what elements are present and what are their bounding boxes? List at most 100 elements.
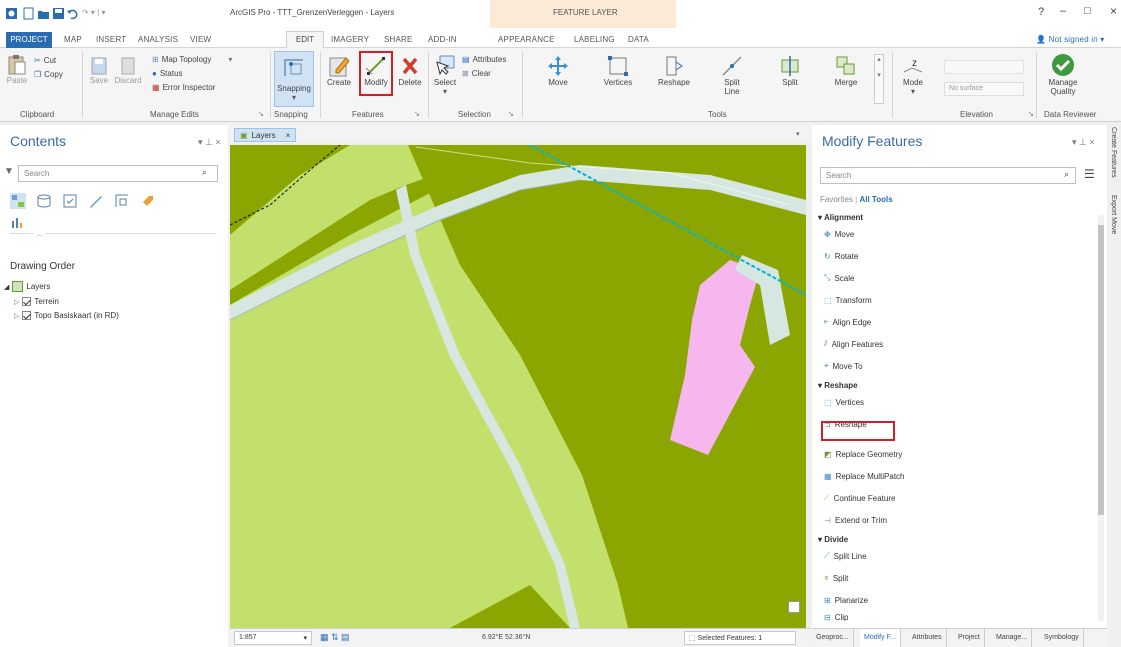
tools-gallery-scroller[interactable]: ▴ ▾ [874,54,884,104]
pane-options-icon[interactable]: ▾ ⊥ × [198,137,221,148]
tool-scale[interactable]: ⤡ Scale [824,271,854,285]
divide-group-header[interactable]: ▾ Divide [818,535,848,544]
labeling-icon[interactable] [140,193,156,209]
split-tool-button[interactable]: Split [770,54,810,87]
surface-dropdown[interactable]: No surface [944,82,1024,96]
error-inspector-button[interactable]: ▦ Error Inspector [152,83,215,92]
expand-arrow-icon[interactable]: ◢ [4,283,9,291]
create-button[interactable]: Create [324,54,354,87]
tab-add-in[interactable]: ADD-IN [428,35,457,44]
tab-geoprocessing[interactable]: Geoproc... [812,629,854,647]
launcher-icon[interactable]: ↘ [258,110,264,118]
tool-replace-geometry[interactable]: ◩ Replace Geometry [824,447,902,461]
scrollbar-thumb[interactable] [1098,225,1104,515]
tab-project[interactable]: PROJECT [6,32,52,48]
tool-transform[interactable]: ⬚ Transform [824,293,872,307]
collapse-toolbar-icon[interactable]: ︿ [34,229,45,239]
save-project-icon[interactable] [52,7,65,20]
open-project-icon[interactable] [37,7,50,20]
clear-selection-button[interactable]: ⊠ Clear [462,69,491,78]
selection-list-icon[interactable] [62,193,78,209]
help-button[interactable]: ? [1038,6,1044,18]
delete-button[interactable]: Delete [395,54,425,87]
tab-share[interactable]: SHARE [384,35,413,44]
map-nav-tools-icon[interactable]: ▦ ⇅ ▤ [320,632,350,643]
layer-visibility-checkbox[interactable] [22,311,32,320]
save-edits-button[interactable]: Save [88,56,110,85]
tool-extend-or-trim[interactable]: ⊣ Extend or Trim [824,513,887,527]
reshape-group-header[interactable]: ▾ Reshape [818,381,858,390]
vertices-tool-button[interactable]: Vertices [598,54,638,87]
tool-clip[interactable]: ⊟ Clip [824,613,848,621]
layer-visibility-checkbox[interactable] [22,297,32,306]
drawing-order-icon[interactable] [10,193,26,209]
move-tool-button[interactable]: Move [538,54,578,87]
contents-search-input[interactable]: Search [18,165,218,182]
favorites-tab[interactable]: Favorites [820,195,853,204]
all-tools-tab[interactable]: All Tools [859,195,892,204]
tool-split[interactable]: ⌽ Split [824,571,848,585]
side-tab-export-move[interactable]: Export Move [1110,195,1117,234]
selected-features-indicator[interactable]: ⬚ Selected Features: 1 [684,631,796,645]
split-line-tool-button[interactable]: Split Line [712,54,752,96]
cut-button[interactable]: ✂ Cut [34,56,56,65]
tab-view[interactable]: VIEW [190,35,211,44]
tab-map[interactable]: MAP [64,35,82,44]
tool-split-line[interactable]: ⟋ Split Line [824,549,867,563]
status-button[interactable]: ● Status [152,69,183,78]
reshape-tool-button[interactable]: Reshape [654,54,694,87]
side-tab-create-features[interactable]: Create Features [1110,127,1117,178]
alignment-group-header[interactable]: ▾ Alignment [818,213,863,222]
tool-move-to[interactable]: ⌖ Move To [824,359,863,373]
scale-dropdown[interactable]: 1:857 ▾ [234,631,312,645]
scrollbar[interactable] [1098,215,1104,621]
tool-align-edge[interactable]: ⫦ Align Edge [824,315,871,329]
tab-edit[interactable]: EDIT [286,31,324,49]
tab-manage[interactable]: Manage... [992,629,1033,647]
close-button[interactable]: × [1110,4,1117,18]
close-icon[interactable]: × [286,131,291,140]
tab-insert[interactable]: INSERT [96,35,126,44]
collapsed-arrow-icon[interactable]: ▷ [14,312,19,320]
search-icon[interactable]: ⌕ [202,167,207,178]
tab-data[interactable]: DATA [628,35,649,44]
launcher-icon[interactable]: ↘ [414,110,420,118]
tab-imagery[interactable]: IMAGERY [331,35,369,44]
collapsed-arrow-icon[interactable]: ▷ [14,298,19,306]
discard-button[interactable]: Discard [114,56,142,85]
tool-rotate[interactable]: ↻ Rotate [824,249,858,263]
tab-appearance[interactable]: APPEARANCE [498,35,555,44]
tab-analysis[interactable]: ANALYSIS [138,35,178,44]
map-topology-dropdown[interactable]: ⊞ Map Topology ▾ [152,55,232,64]
undo-icon[interactable] [66,7,79,20]
copy-button[interactable]: ❐ Copy [34,70,63,79]
tab-attributes[interactable]: Attributes [908,629,947,647]
redo-icon[interactable]: ↷ ▾ | ▾ [82,8,105,17]
tool-replace-multipatch[interactable]: ▦ Replace MultiPatch [824,469,904,483]
pane-options-icon[interactable]: ▾ ⊥ × [1072,137,1095,148]
elevation-value-field[interactable] [944,60,1024,74]
sign-in-button[interactable]: 👤 Not signed in ▾ [1036,35,1105,44]
tool-move[interactable]: ✥ Move [824,227,854,241]
attributes-button[interactable]: ▤ Attributes [462,55,506,64]
tool-vertices[interactable]: ⬚ Vertices [824,395,864,409]
filter-icon[interactable]: ▼ [4,166,14,177]
tab-project[interactable]: Project [954,629,985,647]
tab-symbology[interactable]: Symbology [1040,629,1084,647]
tools-search-input[interactable]: Search [820,167,1076,184]
maximize-button[interactable]: □ [1084,5,1091,17]
menu-icon[interactable]: ☰ [1084,167,1095,181]
tab-labeling[interactable]: LABELING [574,35,615,44]
tool-planarize[interactable]: ⊞ Planarize [824,593,868,607]
map-overview-toggle-icon[interactable] [788,601,800,613]
merge-tool-button[interactable]: Merge [826,54,866,87]
manage-quality-button[interactable]: Manage Quality [1040,52,1086,96]
snapping-button[interactable]: Snapping ▾ [274,51,314,107]
editing-pencil-icon[interactable] [88,193,104,209]
data-source-icon[interactable] [36,193,52,209]
charts-icon[interactable] [10,215,24,229]
tool-continue-feature[interactable]: ⟋ Continue Feature [824,491,895,505]
tool-align-features[interactable]: ⫽ Align Features [824,337,883,351]
map-canvas[interactable] [230,145,806,628]
layer-item[interactable]: ▷ Topo Basiskaart (in RD) [14,311,119,320]
